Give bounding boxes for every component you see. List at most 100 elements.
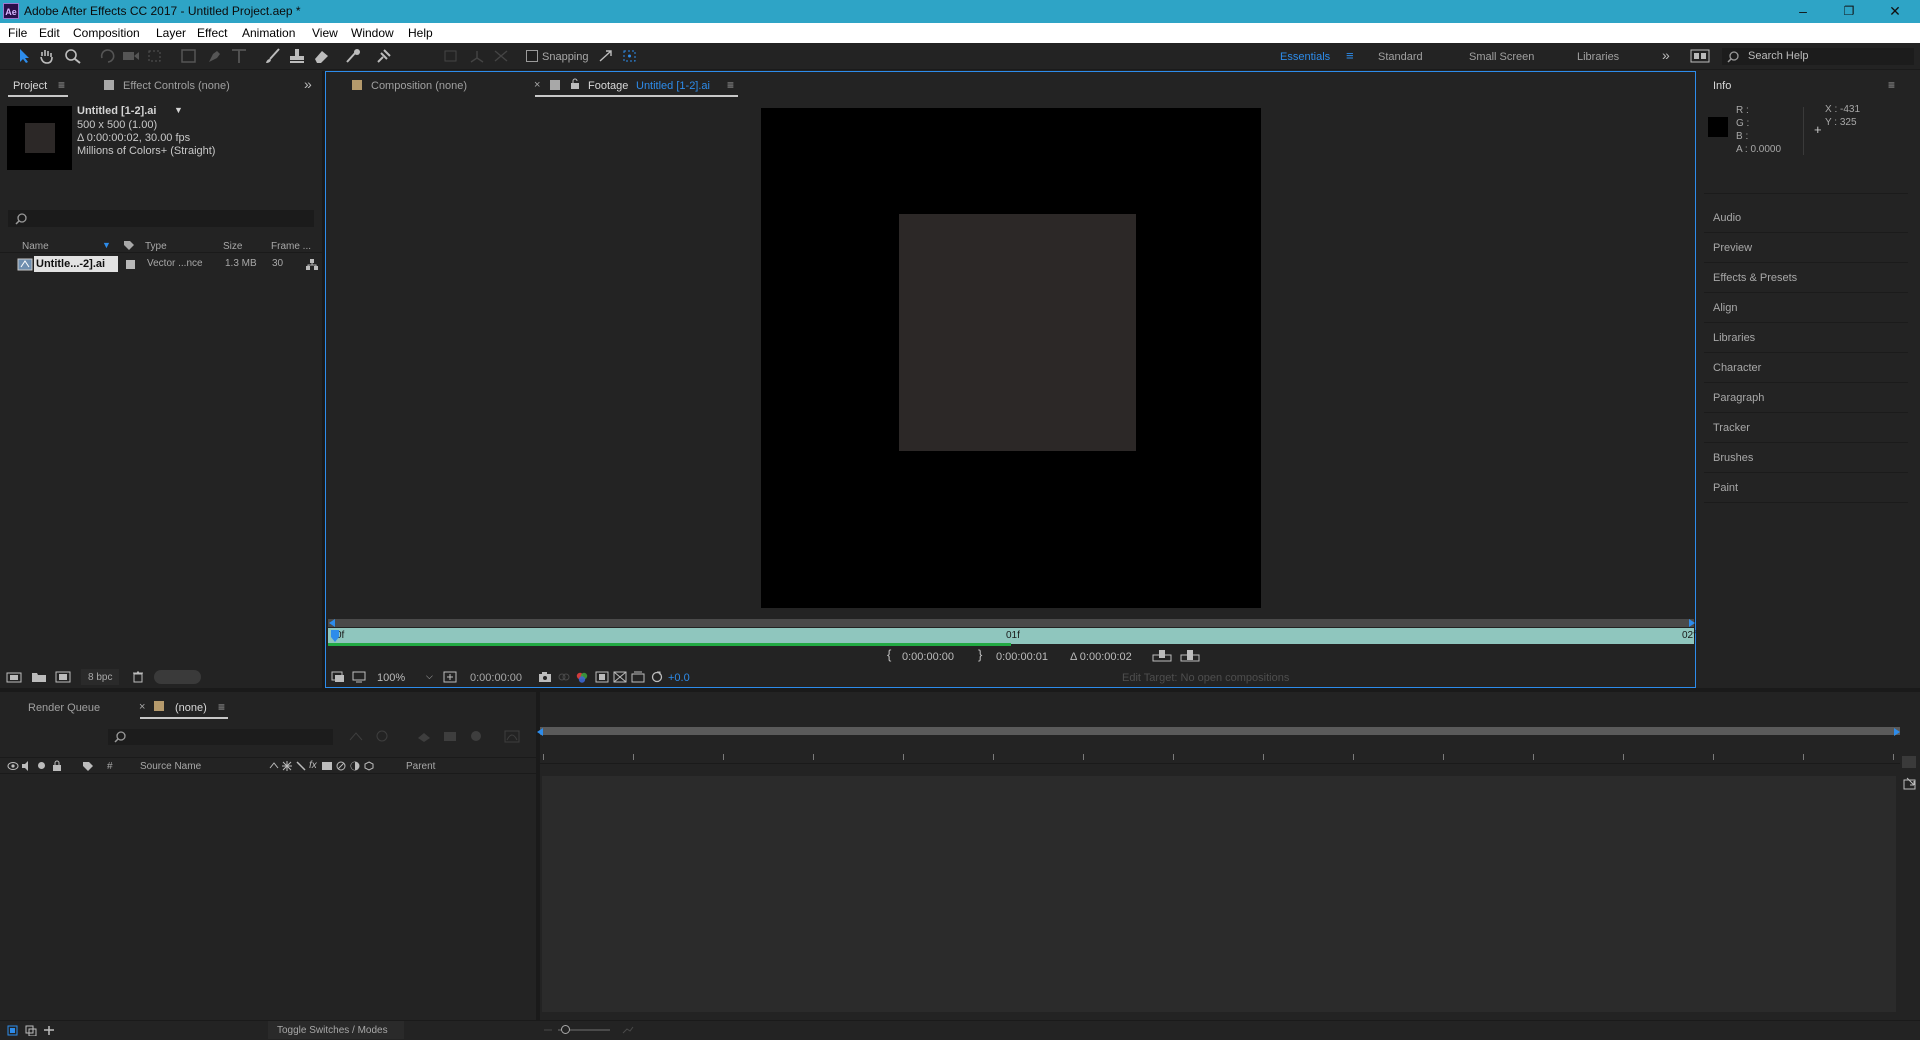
menu-composition[interactable]: Composition bbox=[73, 26, 140, 40]
panel-libraries[interactable]: Libraries bbox=[1704, 323, 1908, 353]
close-button[interactable]: ✕ bbox=[1872, 0, 1918, 23]
eraser-tool-icon[interactable] bbox=[312, 48, 330, 64]
project-search-input[interactable] bbox=[8, 210, 314, 227]
table-row[interactable]: Untitle...-2].ai Vector ...nce 1.3 MB 30 bbox=[0, 256, 322, 272]
work-area-end-icon[interactable] bbox=[1688, 618, 1696, 628]
audio-icon[interactable] bbox=[21, 761, 33, 771]
tab-render-queue[interactable]: Render Queue bbox=[28, 702, 100, 714]
tab-effect-controls[interactable]: Effect Controls (none) bbox=[123, 80, 230, 92]
timeline-search-input[interactable] bbox=[108, 729, 333, 745]
panel-audio[interactable]: Audio bbox=[1704, 203, 1908, 233]
workspace-essentials[interactable]: Essentials bbox=[1280, 51, 1330, 63]
item-usage-dropdown-icon[interactable]: ▼ bbox=[174, 105, 183, 115]
set-out-point-icon[interactable]: } bbox=[978, 647, 982, 662]
tab-none[interactable]: (none) bbox=[175, 702, 207, 714]
lock-icon[interactable] bbox=[52, 760, 62, 771]
layer-switches-toggle-icon[interactable] bbox=[7, 1025, 19, 1036]
panel-paint[interactable]: Paint bbox=[1704, 473, 1908, 503]
clone-stamp-tool-icon[interactable] bbox=[288, 48, 306, 64]
menu-animation[interactable]: Animation bbox=[242, 26, 295, 40]
rectangle-tool-icon[interactable] bbox=[180, 48, 198, 64]
row-flowchart-icon[interactable] bbox=[305, 258, 319, 271]
navigator-end-icon[interactable] bbox=[1893, 727, 1901, 737]
lock-icon[interactable] bbox=[570, 78, 580, 90]
column-name[interactable]: Name bbox=[22, 241, 49, 252]
trash-icon[interactable] bbox=[132, 671, 144, 683]
panel-align[interactable]: Align bbox=[1704, 293, 1908, 323]
in-out-toggle-icon[interactable] bbox=[43, 1025, 55, 1036]
info-panel-title[interactable]: Info bbox=[1713, 80, 1731, 92]
close-tab-icon[interactable]: × bbox=[534, 79, 540, 91]
tab-project[interactable]: Project bbox=[13, 80, 47, 92]
rotation-tool-icon[interactable] bbox=[98, 48, 116, 64]
current-time[interactable]: 0:00:00:00 bbox=[470, 672, 522, 684]
label-column-icon[interactable] bbox=[123, 240, 135, 251]
pen-tool-icon[interactable] bbox=[206, 48, 224, 64]
tab-footage-name[interactable]: Untitled [1-2].ai bbox=[636, 80, 710, 92]
solo-icon[interactable] bbox=[38, 762, 45, 769]
selection-tool-icon[interactable] bbox=[14, 48, 32, 64]
snap-features-icon[interactable] bbox=[621, 48, 639, 64]
exposure-value[interactable]: +0.0 bbox=[668, 672, 690, 684]
navigator-start-icon[interactable] bbox=[536, 727, 544, 737]
new-folder-icon[interactable] bbox=[31, 671, 47, 683]
ripple-insert-edit-icon[interactable] bbox=[1152, 649, 1172, 663]
menu-edit[interactable]: Edit bbox=[39, 26, 60, 40]
snapshot-camera-icon[interactable] bbox=[538, 671, 552, 683]
hand-tool-icon[interactable] bbox=[38, 48, 56, 64]
bpc-toggle[interactable]: 8 bpc bbox=[81, 669, 119, 685]
always-preview-icon[interactable] bbox=[331, 671, 345, 683]
panel-tracker[interactable]: Tracker bbox=[1704, 413, 1908, 443]
viewer-panel-menu-icon[interactable]: ≡ bbox=[727, 78, 734, 92]
menu-file[interactable]: File bbox=[8, 26, 27, 40]
transparency-grid-icon[interactable] bbox=[613, 671, 627, 683]
tab-footage-prefix[interactable]: Footage bbox=[588, 80, 628, 92]
search-help-toggle-icon[interactable] bbox=[1690, 49, 1710, 63]
zoom-out-icon[interactable] bbox=[542, 1024, 554, 1035]
magnification-dropdown-icon[interactable]: ⌵ bbox=[426, 671, 433, 682]
current-time-indicator-icon[interactable] bbox=[330, 629, 340, 643]
label-icon[interactable] bbox=[82, 761, 94, 772]
timeline-ruler[interactable] bbox=[540, 742, 1900, 764]
restore-button[interactable]: ❐ bbox=[1826, 0, 1872, 23]
panel-brushes[interactable]: Brushes bbox=[1704, 443, 1908, 473]
minimize-button[interactable]: – bbox=[1780, 0, 1826, 23]
in-point-time[interactable]: 0:00:00:00 bbox=[902, 651, 954, 663]
switch-3d-icon[interactable] bbox=[364, 761, 374, 771]
work-area-start-icon[interactable] bbox=[328, 618, 336, 628]
column-frame-rate[interactable]: Frame ... bbox=[271, 241, 311, 252]
tab-composition[interactable]: Composition (none) bbox=[371, 80, 467, 92]
switch-effects-icon[interactable]: fx bbox=[309, 760, 317, 771]
column-source-name[interactable]: Source Name bbox=[140, 761, 201, 772]
panel-overflow-icon[interactable]: » bbox=[304, 76, 312, 92]
menu-help[interactable]: Help bbox=[408, 26, 433, 40]
comp-button-icon[interactable] bbox=[1902, 777, 1918, 791]
more-workspaces-icon[interactable]: » bbox=[1662, 47, 1670, 63]
switch-frame-blend-icon[interactable] bbox=[322, 761, 332, 771]
new-composition-icon[interactable] bbox=[55, 671, 71, 683]
project-panel-menu-icon[interactable]: ≡ bbox=[58, 78, 65, 92]
brush-tool-icon[interactable] bbox=[264, 48, 282, 64]
camera-tool-icon[interactable] bbox=[122, 48, 140, 64]
pan-behind-tool-icon[interactable] bbox=[146, 48, 164, 64]
menu-layer[interactable]: Layer bbox=[156, 26, 186, 40]
menu-window[interactable]: Window bbox=[351, 26, 394, 40]
column-size[interactable]: Size bbox=[223, 241, 242, 252]
menu-view[interactable]: View bbox=[312, 26, 338, 40]
region-of-interest-icon[interactable] bbox=[595, 671, 609, 683]
menu-effect[interactable]: Effect bbox=[197, 26, 227, 40]
workspace-libraries[interactable]: Libraries bbox=[1577, 51, 1619, 63]
panel-effects-presets[interactable]: Effects & Presets bbox=[1704, 263, 1908, 293]
close-tab-icon[interactable]: × bbox=[139, 701, 145, 713]
search-help-field[interactable]: Search Help bbox=[1722, 48, 1914, 65]
interpret-footage-icon[interactable] bbox=[6, 671, 22, 683]
vr-preview-icon[interactable] bbox=[352, 671, 366, 683]
switch-collapse-icon[interactable] bbox=[282, 761, 292, 771]
timeline-track-area[interactable] bbox=[542, 776, 1896, 1012]
workspace-small-screen[interactable]: Small Screen bbox=[1469, 51, 1534, 63]
footage-time-ruler[interactable]: 0f 01f 02f bbox=[328, 628, 1696, 644]
roto-brush-tool-icon[interactable] bbox=[344, 48, 362, 64]
toggle-switches-modes-button[interactable]: Toggle Switches / Modes bbox=[268, 1021, 404, 1039]
timeline-scroll-cap[interactable] bbox=[1902, 756, 1916, 768]
snap-edges-icon[interactable] bbox=[597, 48, 615, 64]
